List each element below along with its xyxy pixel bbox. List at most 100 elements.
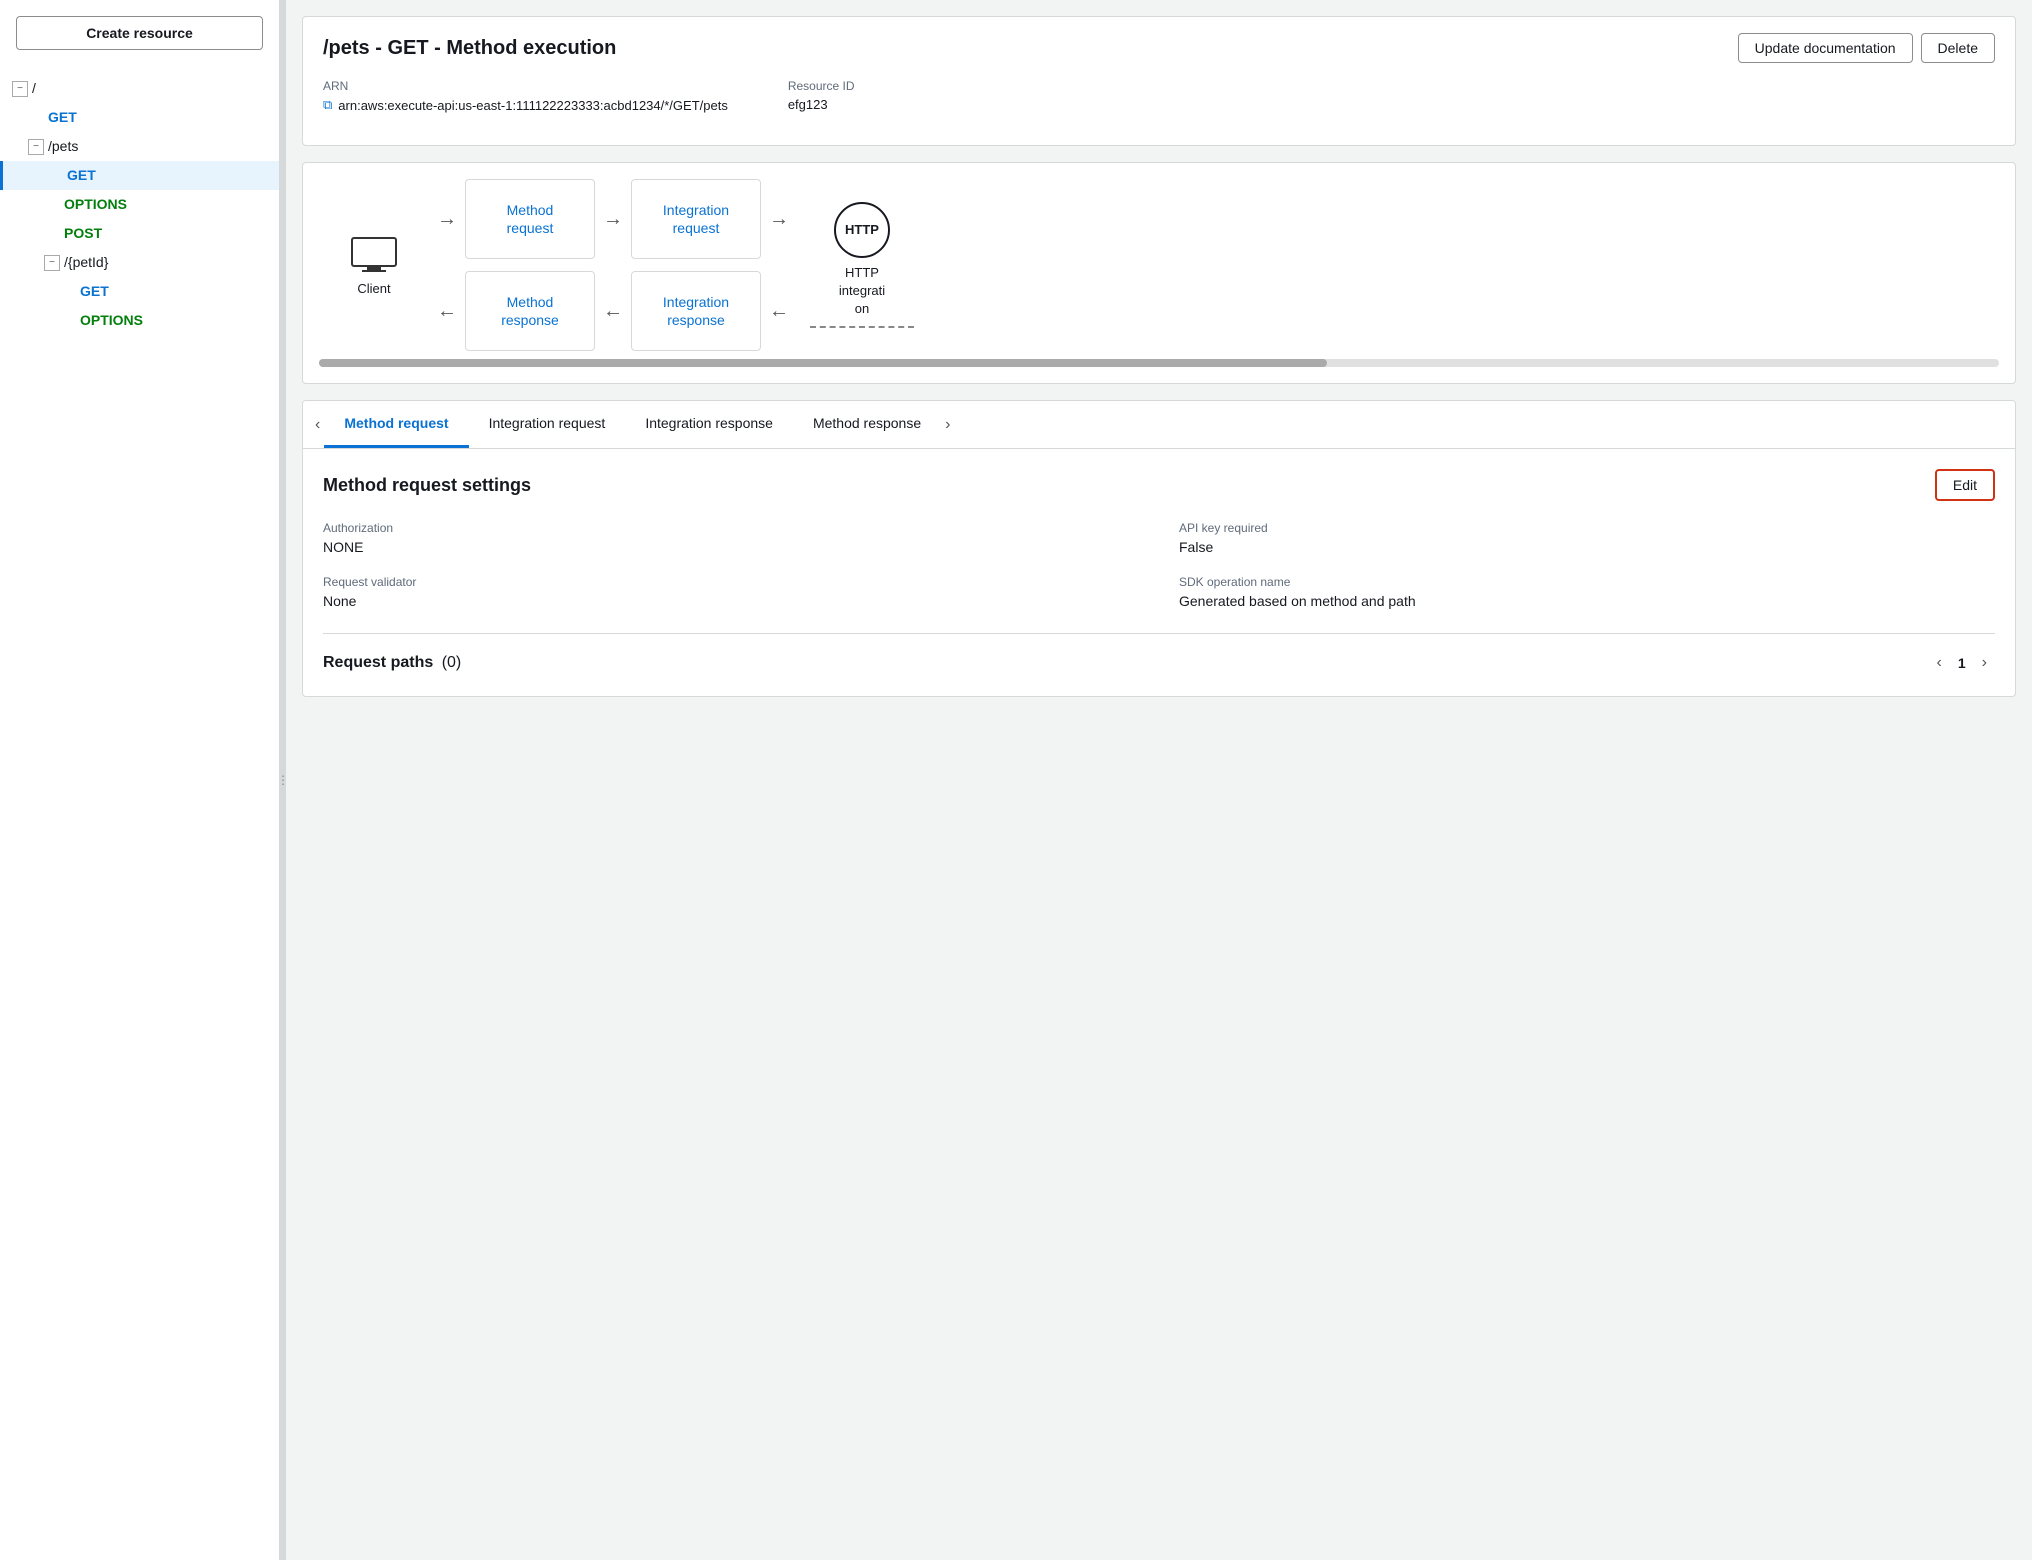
- tab-method-response[interactable]: Method response: [793, 401, 941, 448]
- nav-label-pets: /pets: [48, 136, 78, 157]
- scrollbar-track[interactable]: [319, 359, 1999, 367]
- settings-header: Method request settings Edit: [323, 469, 1995, 501]
- arrow-left-2: ←: [595, 271, 631, 351]
- api-key-value: False: [1179, 539, 1995, 555]
- toggle-petid[interactable]: −: [44, 255, 60, 271]
- arrows-col-2: → ←: [595, 179, 631, 351]
- tab-prev-button[interactable]: ‹: [311, 404, 324, 446]
- create-resource-button[interactable]: Create resource: [16, 16, 263, 50]
- authorization-field: Authorization NONE: [323, 521, 1139, 555]
- resource-id-value: efg123: [788, 97, 855, 112]
- toggle-pets[interactable]: −: [28, 139, 44, 155]
- authorization-value: NONE: [323, 539, 1139, 555]
- nav-item-pets-options[interactable]: OPTIONS: [0, 190, 279, 219]
- nav-item-petid-options[interactable]: OPTIONS: [0, 306, 279, 335]
- client-icon: [349, 235, 399, 275]
- api-key-label: API key required: [1179, 521, 1995, 535]
- copy-icon[interactable]: ⧉: [323, 97, 332, 113]
- tabs-section: ‹ Method request Integration request Int…: [302, 400, 2016, 697]
- method-response-link[interactable]: Methodresponse: [501, 293, 559, 329]
- authorization-label: Authorization: [323, 521, 1139, 535]
- resource-id-label: Resource ID: [788, 79, 855, 93]
- nav-label-root-get: GET: [48, 107, 77, 128]
- delete-button[interactable]: Delete: [1921, 33, 1995, 63]
- integration-boxes: Integrationrequest Integrationresponse: [631, 179, 761, 351]
- header-top: /pets - GET - Method execution Update do…: [323, 33, 1995, 63]
- nav-label-petid: /{petId}: [64, 252, 108, 273]
- arrow-right-1: →: [429, 179, 465, 259]
- arrow-right-2: →: [595, 179, 631, 259]
- tab-bar: ‹ Method request Integration request Int…: [303, 401, 2015, 449]
- method-boxes: Methodrequest Methodresponse: [465, 179, 595, 351]
- update-documentation-button[interactable]: Update documentation: [1738, 33, 1913, 63]
- arn-text: arn:aws:execute-api:us-east-1:1111222233…: [338, 98, 728, 113]
- edit-button[interactable]: Edit: [1935, 469, 1995, 501]
- sdk-field: SDK operation name Generated based on me…: [1179, 575, 1995, 609]
- http-integration-box: HTTP HTTPintegration: [797, 202, 927, 329]
- execution-diagram: Client → ← Methodrequest Methodresponse …: [302, 162, 2016, 384]
- integration-response-box[interactable]: Integrationresponse: [631, 271, 761, 351]
- sdk-label: SDK operation name: [1179, 575, 1995, 589]
- arrow-left-3: ←: [761, 271, 797, 351]
- arrow-right-3: →: [761, 179, 797, 259]
- arrows-col-3: → ←: [761, 179, 797, 351]
- paths-title: Request paths (0): [323, 654, 461, 672]
- http-circle: HTTP: [834, 202, 890, 258]
- arn-value: ⧉ arn:aws:execute-api:us-east-1:11112222…: [323, 97, 728, 113]
- settings-title: Method request settings: [323, 475, 531, 496]
- validator-label: Request validator: [323, 575, 1139, 589]
- client-label: Client: [357, 281, 390, 296]
- integration-request-box[interactable]: Integrationrequest: [631, 179, 761, 259]
- settings-content: Method request settings Edit Authorizati…: [303, 449, 2015, 696]
- page-number: 1: [1958, 655, 1966, 671]
- client-box: Client: [319, 235, 429, 296]
- toggle-root[interactable]: −: [12, 81, 28, 97]
- prev-page-button[interactable]: ‹: [1929, 650, 1950, 676]
- nav-item-petid[interactable]: − /{petId}: [0, 248, 279, 277]
- validator-value: None: [323, 593, 1139, 609]
- settings-grid: Authorization NONE API key required Fals…: [323, 521, 1995, 609]
- nav-label-pets-get: GET: [67, 165, 96, 186]
- sidebar: Create resource − / GET − /pets GET OPTI…: [0, 0, 280, 1560]
- next-page-button[interactable]: ›: [1974, 650, 1995, 676]
- arn-label: ARN: [323, 79, 728, 93]
- nav-item-pets-get[interactable]: GET: [0, 161, 279, 190]
- tab-integration-request[interactable]: Integration request: [469, 401, 626, 448]
- nav-label-root: /: [32, 78, 36, 99]
- http-label: HTTPintegration: [839, 264, 885, 319]
- arrow-left-1: ←: [429, 271, 465, 351]
- nav-tree: − / GET − /pets GET OPTIONS POST: [0, 66, 279, 1560]
- main-content: /pets - GET - Method execution Update do…: [286, 0, 2032, 1560]
- http-circle-text: HTTP: [845, 222, 879, 237]
- tab-next-button[interactable]: ›: [941, 404, 954, 446]
- diagram-flow: Client → ← Methodrequest Methodresponse …: [319, 179, 1999, 351]
- api-key-field: API key required False: [1179, 521, 1995, 555]
- header-section: /pets - GET - Method execution Update do…: [302, 16, 2016, 146]
- method-response-box[interactable]: Methodresponse: [465, 271, 595, 351]
- nav-label-petid-options: OPTIONS: [80, 310, 143, 331]
- paths-section-header: Request paths (0) ‹ 1 ›: [323, 633, 1995, 676]
- nav-item-pets-post[interactable]: POST: [0, 219, 279, 248]
- validator-field: Request validator None: [323, 575, 1139, 609]
- nav-item-pets[interactable]: − /pets: [0, 132, 279, 161]
- tab-integration-response[interactable]: Integration response: [625, 401, 793, 448]
- meta-section: ARN ⧉ arn:aws:execute-api:us-east-1:1111…: [323, 79, 1995, 113]
- resource-id-group: Resource ID efg123: [788, 79, 855, 113]
- nav-item-root-get[interactable]: GET: [0, 103, 279, 132]
- method-request-box[interactable]: Methodrequest: [465, 179, 595, 259]
- arrows-col-1: → ←: [429, 179, 465, 351]
- nav-item-root[interactable]: − /: [0, 74, 279, 103]
- tab-method-request[interactable]: Method request: [324, 401, 468, 448]
- method-request-link[interactable]: Methodrequest: [507, 201, 554, 237]
- integration-response-link[interactable]: Integrationresponse: [663, 293, 729, 329]
- nav-label-pets-post: POST: [64, 223, 102, 244]
- header-actions: Update documentation Delete: [1738, 33, 1995, 63]
- http-dashed-line: [810, 326, 914, 328]
- page-title: /pets - GET - Method execution: [323, 37, 616, 60]
- pagination: ‹ 1 ›: [1929, 650, 1995, 676]
- nav-item-petid-get[interactable]: GET: [0, 277, 279, 306]
- nav-label-pets-options: OPTIONS: [64, 194, 127, 215]
- arn-group: ARN ⧉ arn:aws:execute-api:us-east-1:1111…: [323, 79, 728, 113]
- paths-count: (0): [442, 654, 462, 671]
- integration-request-link[interactable]: Integrationrequest: [663, 201, 729, 237]
